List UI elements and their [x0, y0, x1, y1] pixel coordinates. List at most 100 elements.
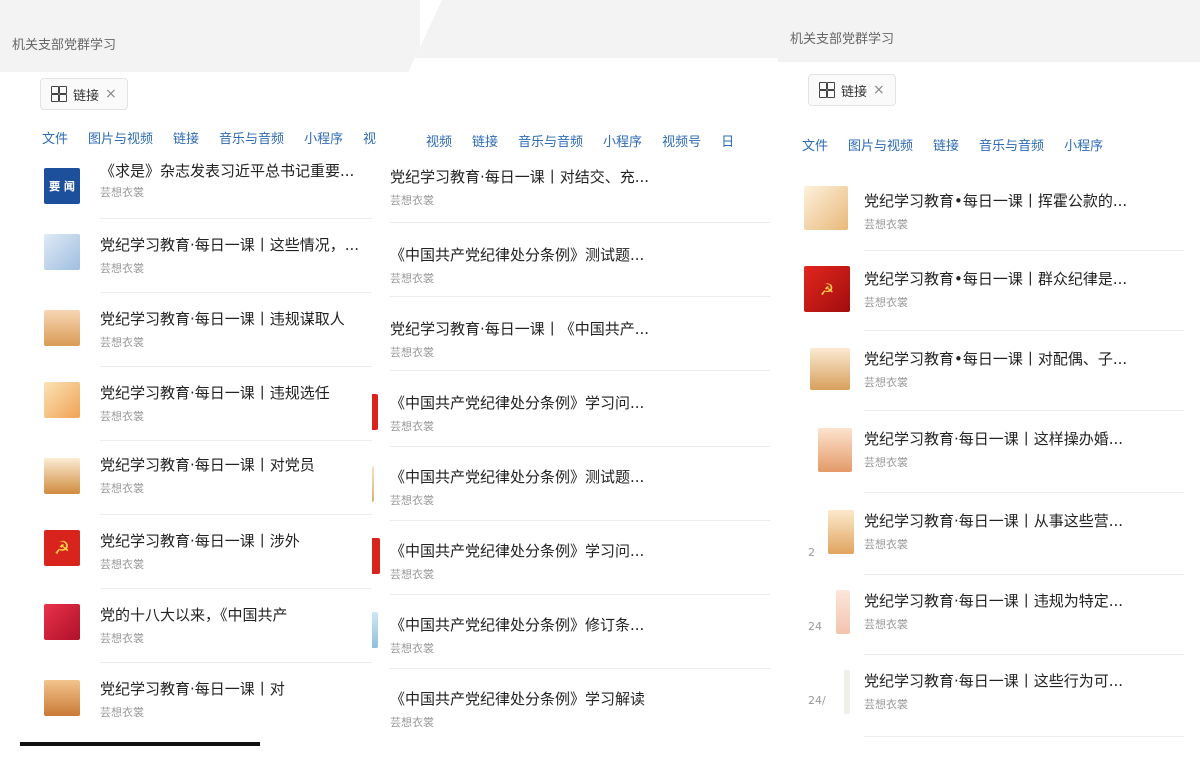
- list-item[interactable]: 党纪学习教育·每日一课丨从事这些营... 芸想衣裳: [778, 504, 1200, 578]
- party-emblem-thumbnail: ☭: [44, 530, 80, 566]
- tab-images-videos[interactable]: 图片与视频: [848, 135, 913, 154]
- list-item[interactable]: 要 闻 《求是》杂志发表习近平总书记重要... 芸想衣裳: [0, 154, 420, 228]
- tab-date-partial[interactable]: 日: [721, 131, 734, 150]
- divider: [390, 296, 770, 297]
- divider: [100, 218, 400, 219]
- item-title: 党纪学习教育·每日一课丨违规选任: [100, 384, 330, 402]
- doc-thumbnail: [844, 670, 850, 714]
- item-source: 芸想衣裳: [100, 558, 144, 571]
- list-item[interactable]: 《中国共产党纪律处分条例》学习问... 芸想衣裳: [372, 386, 782, 460]
- item-source: 芸想衣裳: [390, 568, 434, 581]
- list-item[interactable]: ☭ 《中国共产党纪律处分条例》学习问... 芸想衣裳: [372, 534, 782, 608]
- tab-channels[interactable]: 视频号: [662, 131, 701, 150]
- item-source: 芸想衣裳: [864, 698, 908, 711]
- party-emblem-thumbnail: ☭: [372, 538, 380, 574]
- item-source: 芸想衣裳: [100, 336, 144, 349]
- item-title: 《中国共产党纪律处分条例》修订条...: [390, 616, 645, 634]
- tab-mini-program[interactable]: 小程序: [603, 131, 642, 150]
- item-source: 芸想衣裳: [390, 346, 434, 359]
- news-thumbnail: 要 闻: [44, 168, 80, 204]
- pen-thumbnail: [44, 604, 80, 640]
- tab-images-videos[interactable]: 图片与视频: [88, 128, 153, 147]
- right-panel: 机关支部党群学习 链接 × 文件 图片与视频 链接 音乐与音频 小程序 党纪学习…: [778, 0, 1200, 768]
- tab-links[interactable]: 链接: [472, 131, 498, 150]
- item-source: 芸想衣裳: [390, 420, 434, 433]
- chip-label: 链接: [73, 88, 100, 104]
- tab-video-partial[interactable]: 视: [363, 128, 376, 147]
- middle-tabs: 视频 链接 音乐与音频 小程序 视频号 日: [372, 122, 782, 158]
- list-item[interactable]: ☭ 党纪学习教育·每日一课丨涉外 芸想衣裳: [0, 522, 420, 596]
- close-icon[interactable]: ×: [105, 86, 117, 102]
- list-item[interactable]: 党纪学习教育·每日一课丨对党员 芸想衣裳: [0, 448, 420, 522]
- tab-mini-program[interactable]: 小程序: [304, 128, 343, 147]
- item-source: 芸想衣裳: [100, 482, 144, 495]
- party-flag-thumbnail: ☭: [804, 266, 850, 312]
- tab-music-audio[interactable]: 音乐与音频: [979, 135, 1044, 154]
- tab-links[interactable]: 链接: [933, 135, 959, 154]
- scale-thumbnail: [810, 348, 850, 390]
- list-item[interactable]: 《中国共产党纪律处分条例》测试题... 芸想衣裳: [372, 238, 782, 312]
- person-thumbnail: [44, 680, 80, 716]
- list-item[interactable]: 《中国共产党纪律处分条例》修订条... 芸想衣裳: [372, 608, 782, 682]
- divider: [100, 662, 400, 663]
- figure-thumbnail: [44, 458, 80, 494]
- item-title: 党纪学习教育·每日一课丨这些情况，...: [100, 236, 360, 254]
- tab-video[interactable]: 视频: [426, 131, 452, 150]
- item-title: 《求是》杂志发表习近平总书记重要...: [100, 162, 355, 180]
- list-item[interactable]: 《中国共产党纪律处分条例》测试题... 芸想衣裳: [372, 460, 782, 534]
- list-item[interactable]: 党纪学习教育·每日一课丨违规谋取人 芸想衣裳: [0, 300, 420, 374]
- chat-title: 机关支部党群学习: [12, 38, 117, 53]
- tab-music-audio[interactable]: 音乐与音频: [219, 128, 284, 147]
- list-item[interactable]: 党纪学习教育·每日一课丨这些情况，... 芸想衣裳: [0, 226, 420, 300]
- business-thumbnail: [828, 510, 854, 554]
- desk-thumbnail: [804, 186, 848, 230]
- link-filter-chip[interactable]: 链接 ×: [808, 74, 896, 106]
- item-source: 芸想衣裳: [864, 456, 908, 469]
- left-filter-bar: 链接 ×: [0, 72, 420, 119]
- tab-file[interactable]: 文件: [42, 128, 68, 147]
- item-title: 党纪学习教育•每日一课丨群众纪律是...: [864, 270, 1128, 288]
- item-source: 芸想衣裳: [864, 618, 908, 631]
- item-title: 党纪学习教育·每日一课丨违规谋取人: [100, 310, 345, 328]
- list-item[interactable]: 党的十八大以来，《中国共产 芸想衣裳: [0, 596, 420, 670]
- item-title: 党纪学习教育·每日一课丨对结交、充...: [390, 168, 650, 186]
- item-title: 党纪学习教育·每日一课丨《中国共产...: [390, 320, 650, 338]
- divider: [864, 736, 1184, 737]
- item-source: 芸想衣裳: [100, 262, 144, 275]
- divider: [100, 366, 400, 367]
- list-item[interactable]: 党纪学习教育·每日一课丨这样操办婚... 芸想衣裳: [778, 422, 1200, 496]
- divider: [390, 370, 770, 371]
- list-item[interactable]: 党纪学习教育•每日一课丨对配偶、子... 芸想衣裳: [778, 342, 1200, 416]
- item-title: 《中国共产党纪律处分条例》学习问...: [390, 542, 645, 560]
- list-item[interactable]: 党纪学习教育•每日一课丨挥霍公款的... 芸想衣裳: [778, 180, 1200, 254]
- list-item[interactable]: ☭ 党纪学习教育•每日一课丨群众纪律是... 芸想衣裳: [778, 262, 1200, 336]
- building-thumbnail: [44, 234, 80, 270]
- divider: [100, 292, 400, 293]
- list-item[interactable]: 党纪学习教育·每日一课丨违规为特定... 芸想衣裳: [778, 584, 1200, 658]
- tab-music-audio[interactable]: 音乐与音频: [518, 131, 583, 150]
- divider: [390, 668, 770, 669]
- list-item[interactable]: 党纪学习教育·每日一课丨《中国共产... 芸想衣裳: [372, 312, 782, 386]
- divider: [864, 330, 1184, 331]
- tab-links[interactable]: 链接: [173, 128, 199, 147]
- item-title: 党纪学习教育·每日一课丨从事这些营...: [864, 512, 1124, 530]
- link-filter-chip[interactable]: 链接 ×: [40, 78, 128, 110]
- divider: [864, 492, 1184, 493]
- item-source: 芸想衣裳: [864, 296, 908, 309]
- tab-mini-program[interactable]: 小程序: [1064, 135, 1103, 154]
- list-item[interactable]: 学习 《中国共产党纪律处分条例》学习解读 芸想衣裳: [372, 682, 782, 756]
- item-source: 芸想衣裳: [100, 410, 144, 423]
- item-title: 《中国共产党纪律处分条例》测试题...: [390, 246, 645, 264]
- list-item[interactable]: 党纪学习教育·每日一课丨这些行为可... 芸想衣裳: [778, 664, 1200, 738]
- tab-file[interactable]: 文件: [802, 135, 828, 154]
- doc-thumbnail: [836, 590, 850, 634]
- middle-panel: 视频 链接 音乐与音频 小程序 视频号 日 党纪学习教育·每日一课丨对结交、充.…: [372, 0, 782, 768]
- crowd-thumbnail: [44, 310, 80, 346]
- list-item[interactable]: 党纪学习教育·每日一课丨违规选任 芸想衣裳: [0, 374, 420, 448]
- divider: [864, 574, 1184, 575]
- divider: [100, 514, 400, 515]
- list-item[interactable]: 党纪学习教育·每日一课丨对 芸想衣裳: [0, 670, 420, 744]
- close-icon[interactable]: ×: [873, 82, 885, 98]
- item-source: 芸想衣裳: [100, 632, 144, 645]
- chat-title: 机关支部党群学习: [790, 32, 895, 47]
